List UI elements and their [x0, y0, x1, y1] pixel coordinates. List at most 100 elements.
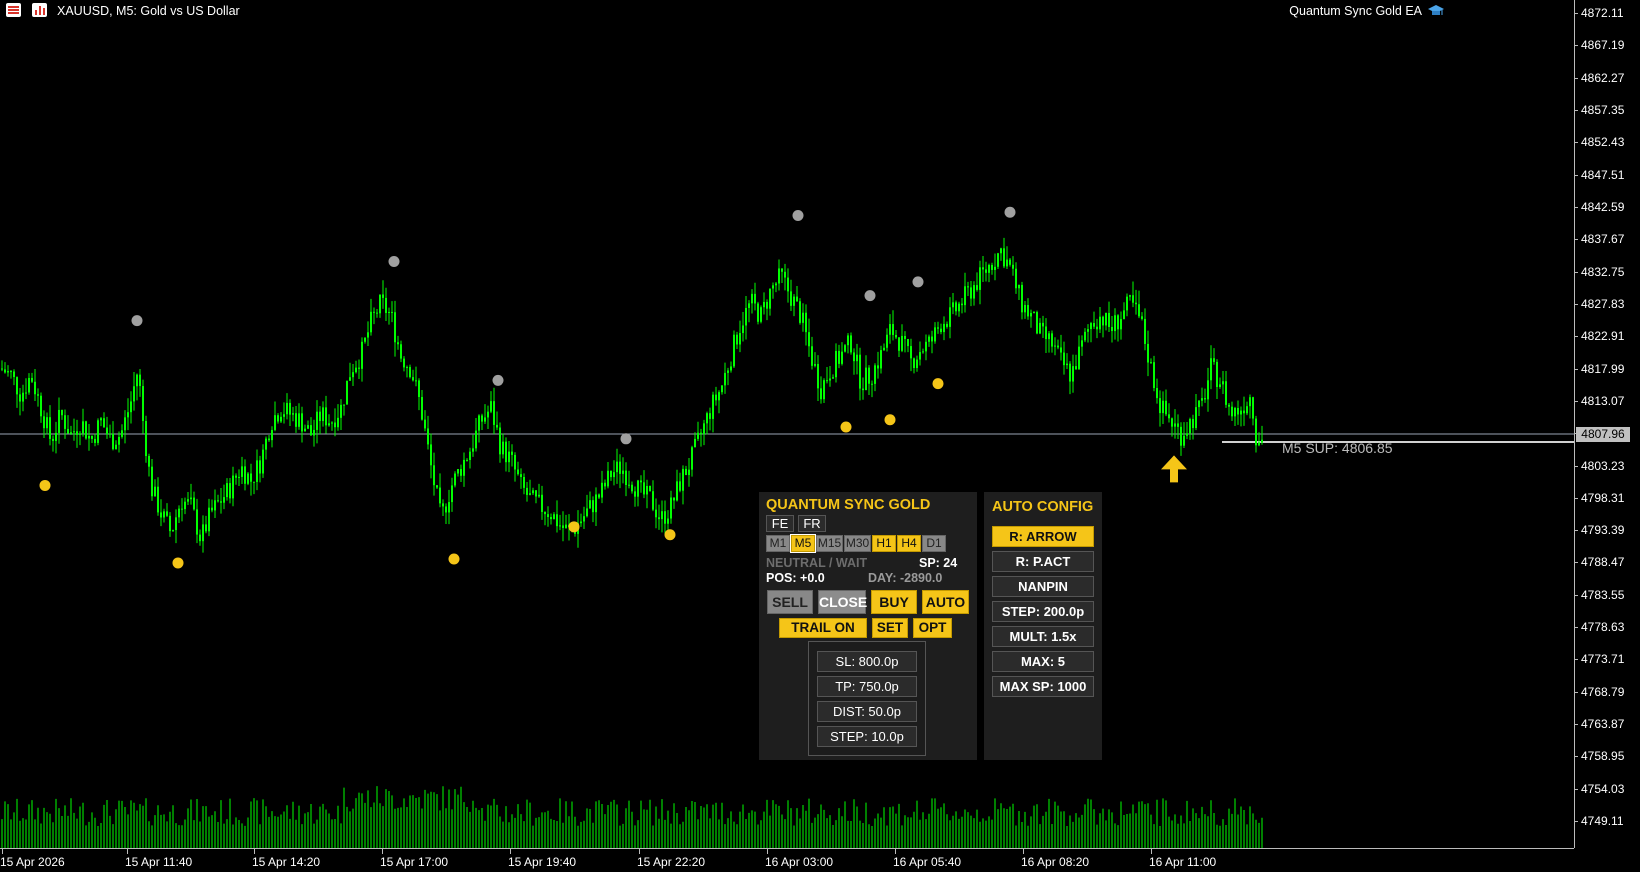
candle-body — [706, 413, 708, 424]
candle-body — [832, 377, 834, 379]
candle-body — [463, 459, 465, 476]
auto-config-item[interactable]: MAX SP: 1000 — [992, 676, 1094, 697]
candle-body — [454, 473, 456, 486]
set-button[interactable]: SET — [872, 618, 908, 638]
candle-body — [535, 490, 537, 497]
y-tick-label: 4847.51 — [1581, 168, 1625, 182]
candle-body — [1042, 322, 1044, 327]
candle-body — [163, 511, 165, 518]
tp-field[interactable]: TP: 750.0p — [817, 676, 917, 697]
support-dot — [39, 479, 51, 491]
candle-body — [541, 494, 543, 512]
candle-body — [955, 302, 957, 312]
candle-body — [490, 401, 492, 412]
candle-body — [52, 438, 54, 441]
candle-body — [181, 508, 183, 510]
dist-field[interactable]: DIST: 50.0p — [817, 701, 917, 722]
candle-body — [418, 380, 420, 398]
sell-button[interactable]: SELL — [767, 590, 813, 614]
candle-body — [376, 312, 378, 314]
y-tick-label: 4813.07 — [1581, 394, 1625, 408]
candle-body — [367, 332, 369, 338]
close-button[interactable]: CLOSE — [818, 590, 867, 614]
candle-body — [640, 480, 642, 483]
lang-fe-button[interactable]: FE — [766, 515, 794, 532]
timeframe-h4-button[interactable]: H4 — [897, 535, 921, 552]
candle-body — [259, 460, 261, 474]
y-tick-label: 4872.11 — [1581, 6, 1624, 20]
candle-body — [670, 497, 672, 519]
candle-body — [598, 494, 600, 498]
y-tick-mark — [1574, 498, 1578, 499]
candle-body — [751, 293, 753, 304]
timeframe-m15-button[interactable]: M15 — [816, 535, 843, 552]
auto-config-item[interactable]: NANPIN — [992, 576, 1094, 597]
candle-body — [307, 425, 309, 429]
candle-body — [289, 402, 291, 415]
timeframe-m5-button[interactable]: M5 — [790, 534, 816, 553]
candle-body — [985, 269, 987, 273]
ea-title[interactable]: Quantum Sync Gold EA — [1289, 4, 1422, 18]
candle-body — [841, 351, 843, 364]
opt-button[interactable]: OPT — [913, 618, 952, 638]
auto-config-item[interactable]: MAX: 5 — [992, 651, 1094, 672]
auto-config-item[interactable]: R: ARROW — [992, 526, 1094, 547]
candle-body — [733, 334, 735, 367]
candle-body — [268, 438, 270, 441]
candle-body — [622, 470, 624, 474]
candle-body — [853, 352, 855, 362]
candle-body — [73, 431, 75, 433]
candle-body — [982, 267, 984, 270]
sl-field[interactable]: SL: 800.0p — [817, 651, 917, 672]
support-dot — [840, 421, 852, 433]
candle-body — [949, 307, 951, 327]
candle-body — [304, 428, 306, 432]
y-tick-mark — [1574, 175, 1578, 176]
candle-body — [658, 517, 660, 520]
y-tick-label: 4862.27 — [1581, 71, 1625, 85]
candle-body — [643, 482, 645, 495]
chart-type-icon[interactable] — [32, 3, 47, 17]
candle-body — [64, 415, 66, 429]
lang-fr-button[interactable]: FR — [798, 515, 826, 532]
candle-body — [865, 367, 867, 391]
candle-body — [1207, 380, 1209, 400]
candle-body — [592, 500, 594, 513]
trail-toggle-button[interactable]: TRAIL ON — [779, 618, 867, 638]
auto-config-item[interactable]: MULT: 1.5x — [992, 626, 1094, 647]
timeframe-h1-button[interactable]: H1 — [872, 535, 896, 552]
candle-body — [1165, 400, 1167, 415]
candle-body — [1102, 316, 1104, 326]
candle-body — [703, 423, 705, 434]
time-axis[interactable]: 15 Apr 2026 15 Apr 11:40 15 Apr 14:20 15 Ap… — [0, 848, 1574, 872]
candle-body — [916, 359, 918, 368]
candle-body — [874, 365, 876, 384]
candle-body — [151, 466, 153, 497]
buy-button[interactable]: BUY — [871, 590, 917, 614]
auto-button[interactable]: AUTO — [922, 590, 969, 614]
auto-config-item[interactable]: STEP: 200.0p — [992, 601, 1094, 622]
y-tick-label: 4758.95 — [1581, 749, 1625, 763]
timeframe-m30-button[interactable]: M30 — [844, 535, 871, 552]
candle-body — [871, 383, 873, 385]
graduation-cap-icon — [1428, 5, 1444, 15]
timeframe-d1-button[interactable]: D1 — [922, 535, 946, 552]
candle-body — [1258, 442, 1260, 446]
y-tick-label: 4857.35 — [1581, 103, 1625, 117]
y-tick-label: 4763.87 — [1581, 717, 1625, 731]
step-field[interactable]: STEP: 10.0p — [817, 726, 917, 747]
x-tick-mark — [382, 849, 383, 854]
y-tick-label: 4773.71 — [1581, 652, 1625, 666]
timeframe-m1-button[interactable]: M1 — [766, 535, 790, 552]
candle-body — [559, 525, 561, 527]
candle-body — [136, 374, 138, 387]
candle-body — [745, 307, 747, 326]
candle-body — [1087, 329, 1089, 332]
candle-body — [667, 518, 669, 524]
y-tick-mark — [1574, 692, 1578, 693]
auto-config-item[interactable]: R: P.ACT — [992, 551, 1094, 572]
candle-body — [211, 507, 213, 511]
market-watch-icon[interactable] — [6, 3, 21, 17]
candle-body — [1075, 366, 1077, 370]
candle-body — [178, 508, 180, 518]
